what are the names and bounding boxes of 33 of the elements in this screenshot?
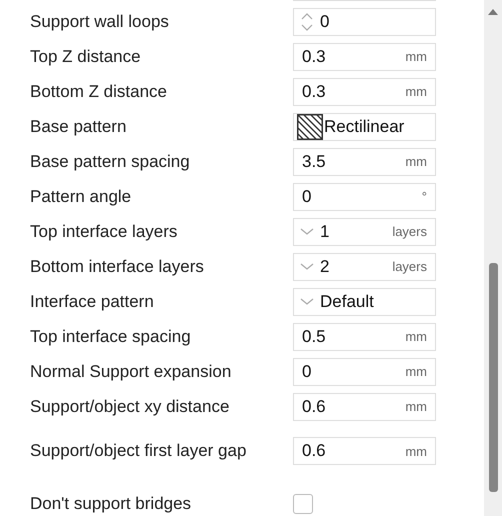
setting-label: Support/object xy distance (30, 396, 230, 418)
setting-label: Bottom interface layers (30, 256, 205, 278)
setting-label: Top Z distance (30, 46, 142, 68)
input-field[interactable]: 0 ° (293, 182, 436, 210)
scrollbar[interactable] (484, 0, 502, 516)
setting-label: Base pattern spacing (30, 150, 191, 172)
input-field[interactable]: 0.6 mm (293, 392, 436, 420)
setting-label: Normal Support expansion (30, 360, 232, 382)
setting-label: Bottom Z distance (30, 80, 168, 102)
input-field[interactable]: 0.6 mm (293, 437, 436, 465)
input-field[interactable]: Rectilinear (293, 112, 436, 140)
setting-label: Top interface layers (30, 220, 178, 242)
setting-label: Interface pattern (30, 290, 155, 312)
checkbox[interactable] (293, 494, 313, 514)
input-field[interactable]: 0.3 mm (293, 78, 436, 106)
input-field[interactable]: 0.3 mm (293, 42, 436, 70)
setting-label: Pattern angle (30, 186, 132, 208)
input-field[interactable]: Default (293, 288, 436, 316)
setting-label: Don't support bridges (30, 492, 192, 514)
spin-arrows-icon[interactable] (300, 12, 314, 32)
input-field[interactable]: 0 mm (293, 358, 436, 386)
setting-label: Base pattern (30, 116, 128, 138)
setting-label: Support wall loops (30, 10, 170, 32)
setting-label: Top interface spacing (30, 326, 192, 348)
input-field[interactable]: 1 layers (293, 218, 436, 246)
scroll-up-icon[interactable] (488, 9, 498, 15)
input-field[interactable]: 2 layers (293, 252, 436, 280)
input-field[interactable]: 0.5 mm (293, 322, 436, 350)
setting-label: Support/object first layer gap (30, 440, 248, 462)
input-field[interactable]: 0 (293, 8, 436, 36)
scrollbar-thumb[interactable] (489, 263, 498, 492)
input-field[interactable]: 3.5 mm (293, 148, 436, 176)
pattern-icon (297, 114, 323, 140)
